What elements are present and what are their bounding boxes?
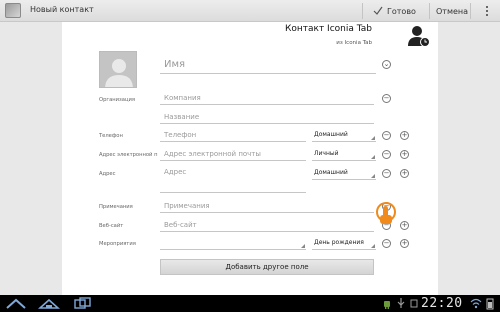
remove-circle-icon[interactable]: − [382, 150, 391, 159]
address-field[interactable]: Адрес [160, 166, 306, 193]
done-button[interactable]: Готово [373, 4, 416, 18]
contact-icon [5, 3, 21, 18]
event-date-field[interactable] [160, 237, 306, 250]
email-label: Адрес электронной п [99, 152, 158, 158]
check-icon [373, 6, 383, 15]
contact-form: Контакт Iconia Tab из Iconia Tab Имя ⌄ О… [62, 22, 438, 295]
add-circle-icon[interactable]: + [400, 221, 409, 230]
remove-circle-icon[interactable]: − [382, 239, 391, 248]
address-type-label: Домашний [314, 169, 348, 176]
home-icon[interactable] [38, 297, 60, 310]
contact-photo-placeholder-icon [100, 52, 136, 87]
recent-apps-icon[interactable] [72, 297, 94, 310]
remove-circle-icon[interactable]: − [382, 169, 391, 178]
company-field[interactable]: Компания [160, 92, 374, 105]
email-field[interactable]: Адрес электронной почты [160, 148, 306, 161]
remove-circle-icon[interactable]: − [382, 94, 391, 103]
address-type-spinner[interactable]: Домашний [312, 167, 376, 180]
website-label: Веб-сайт [99, 223, 124, 229]
event-label: Мероприятия [99, 241, 136, 247]
phone-type-label: Домашний [314, 131, 348, 138]
phone-field[interactable]: Телефон [160, 129, 306, 142]
status-clock: 22:20 [421, 296, 463, 311]
event-type-spinner[interactable]: День рождения [312, 237, 376, 250]
phone-type-spinner[interactable]: Домашний [312, 129, 376, 142]
divider [429, 3, 430, 19]
account-name: Контакт Iconia Tab [284, 24, 372, 34]
divider [362, 3, 363, 19]
contact-photo[interactable] [99, 51, 137, 88]
cancel-label: Отмена [436, 6, 469, 16]
done-label: Готово [387, 6, 416, 16]
add-circle-icon[interactable]: + [400, 239, 409, 248]
notification-icon [410, 299, 418, 308]
chevron-down-icon[interactable]: ⌄ [382, 60, 391, 69]
wifi-icon [470, 298, 482, 309]
remove-circle-icon[interactable]: − [382, 131, 391, 140]
back-icon[interactable] [5, 297, 27, 310]
add-circle-icon[interactable]: + [400, 131, 409, 140]
add-field-button[interactable]: Добавить другое поле [160, 259, 374, 275]
event-type-label: День рождения [314, 239, 364, 246]
add-circle-icon[interactable]: + [400, 169, 409, 178]
email-type-label: Личный [314, 150, 339, 157]
page-title: Новый контакт [30, 5, 94, 14]
name-field[interactable]: Имя [160, 59, 376, 74]
account-sub: из Iconia Tab [336, 40, 372, 46]
notes-label: Примечания [99, 204, 133, 210]
android-icon [384, 301, 390, 309]
organization-label: Организация [99, 97, 136, 103]
account-avatar-icon [408, 26, 430, 47]
cancel-button[interactable]: Отмена [436, 4, 468, 18]
notes-field[interactable]: Примечания [160, 200, 374, 213]
hand-touch-icon [376, 202, 396, 224]
job-title-field[interactable]: Название [160, 111, 374, 124]
email-type-spinner[interactable]: Личный [312, 148, 376, 161]
divider [470, 3, 471, 19]
website-field[interactable]: Веб-сайт [160, 219, 374, 232]
system-nav-bar: 22:20 [0, 295, 500, 312]
battery-icon [486, 298, 494, 310]
address-label: Адрес [99, 171, 116, 177]
usb-icon [397, 298, 405, 308]
action-bar: Новый контакт Готово Отмена [0, 0, 500, 22]
overflow-menu-icon[interactable] [482, 4, 492, 18]
phone-label: Телефон [99, 133, 123, 139]
add-circle-icon[interactable]: + [400, 150, 409, 159]
